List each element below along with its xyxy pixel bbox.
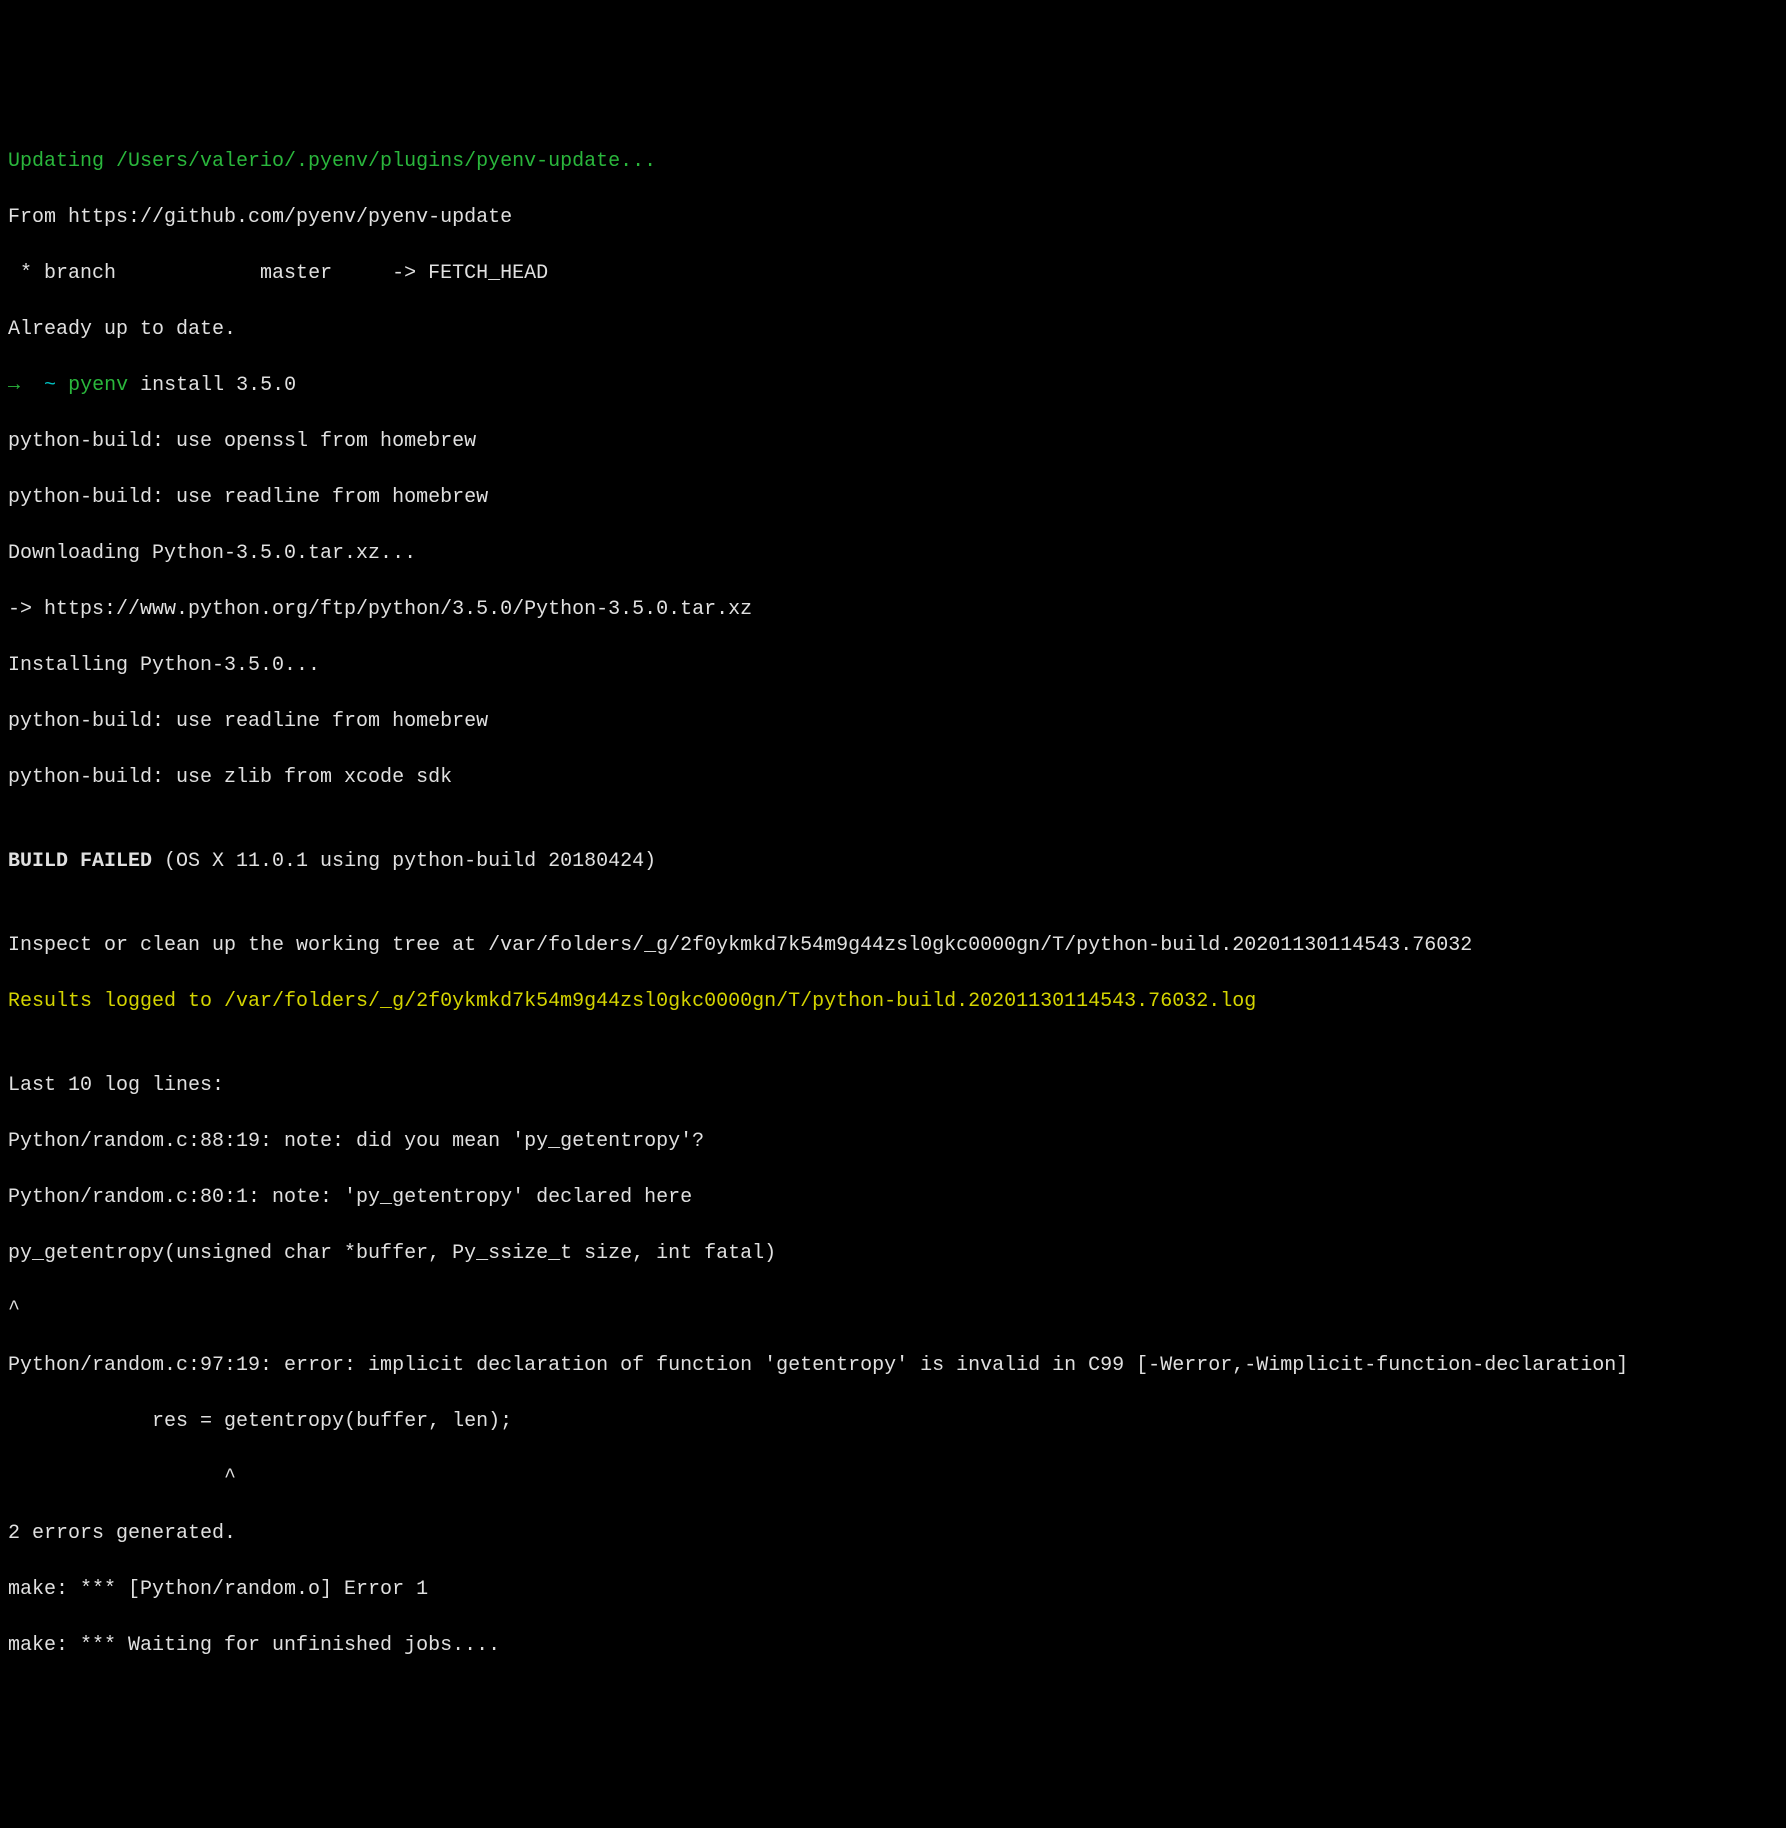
- build-failed-line: BUILD FAILED (OS X 11.0.1 using python-b…: [8, 848, 1778, 876]
- prompt-path: ~: [44, 374, 56, 397]
- output-line: make: *** [Python/random.o] Error 1: [8, 1576, 1778, 1604]
- prompt-args: install 3.5.0: [140, 374, 296, 397]
- output-line-warning: Results logged to /var/folders/_g/2f0ykm…: [8, 988, 1778, 1016]
- output-line: python-build: use readline from homebrew: [8, 484, 1778, 512]
- output-line: ^: [8, 1464, 1778, 1492]
- build-failed-label: BUILD FAILED: [8, 850, 152, 873]
- output-line: python-build: use readline from homebrew: [8, 708, 1778, 736]
- output-line: Downloading Python-3.5.0.tar.xz...: [8, 540, 1778, 568]
- output-line: res = getentropy(buffer, len);: [8, 1408, 1778, 1436]
- output-line: Last 10 log lines:: [8, 1072, 1778, 1100]
- output-line: Python/random.c:80:1: note: 'py_getentro…: [8, 1184, 1778, 1212]
- prompt-line: → ~ pyenv install 3.5.0: [8, 372, 1778, 400]
- output-line: Installing Python-3.5.0...: [8, 652, 1778, 680]
- output-line: Already up to date.: [8, 316, 1778, 344]
- output-line: ^: [8, 1296, 1778, 1324]
- output-line-error: Python/random.c:97:19: error: implicit d…: [8, 1352, 1778, 1380]
- output-line: py_getentropy(unsigned char *buffer, Py_…: [8, 1240, 1778, 1268]
- terminal-output[interactable]: Updating /Users/valerio/.pyenv/plugins/p…: [8, 120, 1778, 1688]
- prompt-command: pyenv: [68, 374, 128, 397]
- output-line: python-build: use openssl from homebrew: [8, 428, 1778, 456]
- output-line: From https://github.com/pyenv/pyenv-upda…: [8, 204, 1778, 232]
- output-line: 2 errors generated.: [8, 1520, 1778, 1548]
- output-line: Python/random.c:88:19: note: did you mea…: [8, 1128, 1778, 1156]
- output-line: make: *** Waiting for unfinished jobs...…: [8, 1632, 1778, 1660]
- build-failed-details: (OS X 11.0.1 using python-build 20180424…: [152, 850, 656, 873]
- output-line: Inspect or clean up the working tree at …: [8, 932, 1778, 960]
- output-line: * branch master -> FETCH_HEAD: [8, 260, 1778, 288]
- prompt-arrow-icon: →: [8, 374, 20, 397]
- output-line: -> https://www.python.org/ftp/python/3.5…: [8, 596, 1778, 624]
- output-line: Updating /Users/valerio/.pyenv/plugins/p…: [8, 148, 1778, 176]
- output-line: python-build: use zlib from xcode sdk: [8, 764, 1778, 792]
